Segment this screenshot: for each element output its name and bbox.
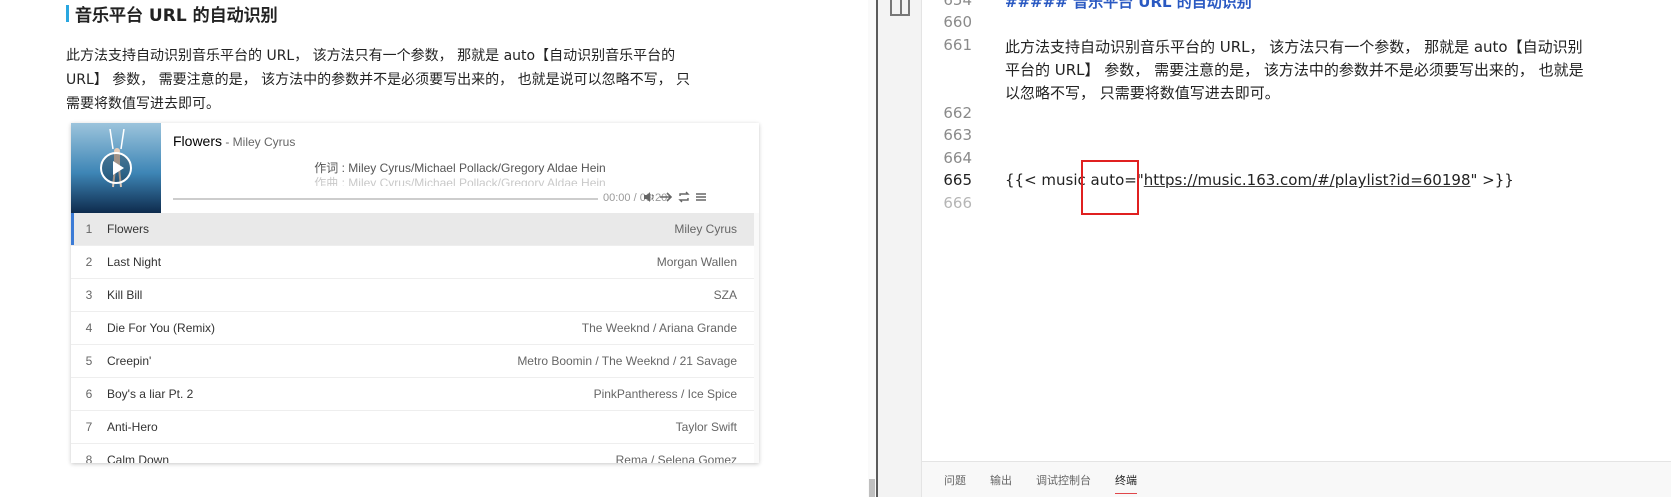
playlist-row-artist: Metro Boomin / The Weeknd / 21 Savage <box>517 354 737 368</box>
playlist-row-index: 8 <box>85 453 93 463</box>
tab-problems[interactable]: 问题 <box>944 468 966 492</box>
code-editor: 654 660 661 662 663 664 665 666 ##### 音乐… <box>878 0 1671 497</box>
next-icon[interactable] <box>659 191 673 205</box>
playlist-row[interactable]: 2 Last Night Morgan Wallen <box>71 246 759 279</box>
playlist-row-index: 7 <box>85 420 93 434</box>
description-paragraph: 此方法支持自动识别音乐平台的 URL， 该方法只有一个参数， 那就是 auto【… <box>66 44 766 116</box>
loop-icon[interactable] <box>677 191 691 205</box>
playlist-row-title: Die For You (Remix) <box>107 321 216 335</box>
preview-pane: 音乐平台 URL 的自动识别 此方法支持自动识别音乐平台的 URL， 该方法只有… <box>0 0 868 497</box>
tab-output[interactable]: 输出 <box>990 468 1012 492</box>
section-heading: 音乐平台 URL 的自动识别 <box>66 0 278 26</box>
volume-icon[interactable] <box>642 191 656 205</box>
line-number: 663 <box>943 126 972 144</box>
progress-bar[interactable] <box>173 198 598 200</box>
activity-bar <box>878 0 922 497</box>
playlist-row[interactable]: 3 Kill Bill SZA <box>71 279 759 312</box>
code-line-heading[interactable]: ##### 音乐平台 URL 的自动识别 <box>1005 0 1252 12</box>
playlist-row-artist: Rema / Selena Gomez <box>615 453 737 463</box>
highlight-annotation-box <box>1081 160 1139 215</box>
music-player: Flowers - Miley Cyrus 作词 : Miley Cyrus/M… <box>71 123 759 463</box>
heading-accent-bar <box>66 4 69 22</box>
playlist-row-index: 1 <box>85 222 93 236</box>
code-line[interactable]: 此方法支持自动识别音乐平台的 URL， 该方法只有一个参数， 那就是 auto【… <box>1005 36 1583 57</box>
section-heading-text: 音乐平台 URL 的自动识别 <box>75 5 278 26</box>
playlist-row-index: 5 <box>85 354 93 368</box>
play-icon[interactable] <box>100 152 132 184</box>
playlist-row-index: 6 <box>85 387 93 401</box>
playlist-row-artist: Taylor Swift <box>675 420 737 434</box>
paragraph-line: URL】 参数， 需要注意的是， 该方法中的参数并不是必须要写出来的， 也就是说… <box>66 72 691 88</box>
playlist-row[interactable]: 7 Anti-Hero Taylor Swift <box>71 411 759 444</box>
lyric-next: 作曲 : Miley Cyrus/Michael Pollack/Gregory… <box>314 176 606 186</box>
playlist-row[interactable]: 6 Boy's a liar Pt. 2 PinkPantheress / Ice … <box>71 378 759 411</box>
playlist-row-title: Calm Down <box>107 453 170 463</box>
playlist: 1 Flowers Miley Cyrus 2 Last Night Morgan Wal… <box>71 213 759 463</box>
line-number: 666 <box>943 194 972 212</box>
extensions-icon[interactable] <box>890 0 910 16</box>
playlist-row-index: 3 <box>85 288 93 302</box>
line-number: 661 <box>943 36 972 54</box>
code-line[interactable]: 平台的 URL】 参数， 需要注意的是， 该方法中的参数并不是必须要写出来的， … <box>1005 59 1584 80</box>
song-title: Flowers <box>173 133 223 149</box>
playlist-row[interactable]: 8 Calm Down Rema / Selena Gomez <box>71 444 759 463</box>
playlist-row[interactable]: 4 Die For You (Remix) The Weeknd / Ariana … <box>71 312 759 345</box>
menu-icon[interactable] <box>694 191 708 205</box>
paragraph-line: 此方法支持自动识别音乐平台的 URL， 该方法只有一个参数， 那就是 auto【… <box>66 48 676 64</box>
playlist-row-title: Kill Bill <box>107 288 143 302</box>
playlist-row-title: Last Night <box>107 255 162 269</box>
tab-terminal[interactable]: 终端 <box>1115 468 1137 494</box>
tab-debug-console[interactable]: 调试控制台 <box>1036 468 1091 492</box>
preview-scrollbar-thumb[interactable] <box>869 479 875 497</box>
line-number: 654 <box>943 0 972 9</box>
shortcode-url[interactable]: https://music.163.com/#/playlist?id=6019… <box>1144 171 1471 189</box>
shortcode-suffix: " >}} <box>1470 171 1514 189</box>
code-line[interactable]: 以忽略不写， 只需要将数值写进去即可。 <box>1005 82 1280 103</box>
playlist-row-title: Flowers <box>107 222 150 236</box>
album-cover[interactable] <box>71 123 161 213</box>
playlist-row-index: 4 <box>85 321 93 335</box>
line-number-current: 665 <box>943 171 972 189</box>
playlist-row-artist: Morgan Wallen <box>656 255 737 269</box>
playlist-row[interactable]: 1 Flowers Miley Cyrus <box>71 213 759 246</box>
playlist-row-artist: The Weeknd / Ariana Grande <box>581 321 737 335</box>
time-display: 00:00 / 03:20 <box>603 192 668 204</box>
playlist-row-title: Creepin' <box>107 354 152 368</box>
playlist-row-index: 2 <box>85 255 93 269</box>
playlist-row-artist: SZA <box>713 288 737 302</box>
line-number: 664 <box>943 149 972 167</box>
bottom-panel-tabs: 问题 输出 调试控制台 终端 <box>922 461 1671 497</box>
song-artist: - Miley Cyrus <box>222 135 296 149</box>
playlist-row-title: Boy's a liar Pt. 2 <box>107 387 194 401</box>
song-info: Flowers - Miley Cyrus <box>173 133 295 149</box>
playlist-scrollbar[interactable] <box>754 213 759 463</box>
playlist-row[interactable]: 5 Creepin' Metro Boomin / The Weeknd / 21 … <box>71 345 759 378</box>
line-number: 662 <box>943 104 972 122</box>
playlist-row-artist: Miley Cyrus <box>674 222 737 236</box>
paragraph-line: 需要将数值写进去即可。 <box>66 96 220 112</box>
playlist-row-title: Anti-Hero <box>107 420 158 434</box>
playlist-row-artist: PinkPantheress / Ice Spice <box>593 387 737 401</box>
line-number: 660 <box>943 13 972 31</box>
preview-scrollbar[interactable] <box>868 0 876 497</box>
